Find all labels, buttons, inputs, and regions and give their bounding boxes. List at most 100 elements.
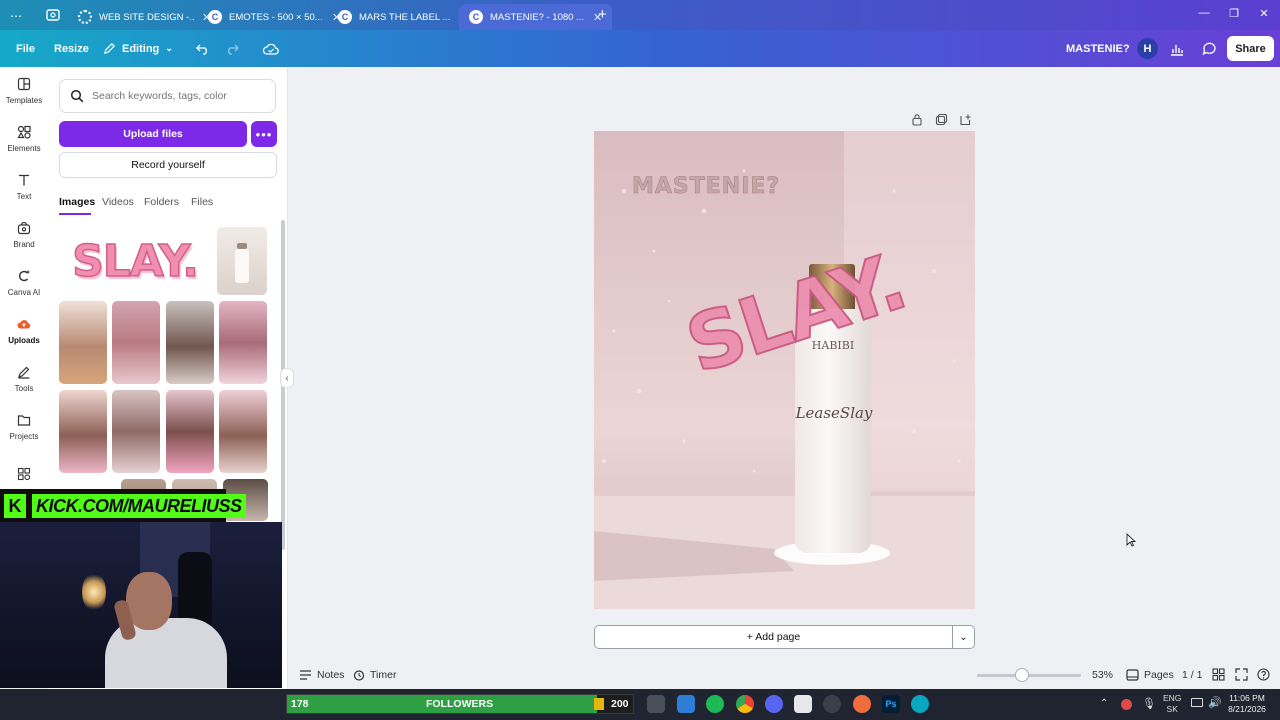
zoom-slider-track[interactable] — [977, 674, 1081, 677]
taskbar-app-icon[interactable] — [853, 695, 871, 713]
rail-item-uploads[interactable]: Uploads — [0, 307, 48, 355]
insights-chart-icon[interactable] — [1166, 38, 1188, 60]
more-options-button[interactable]: ••• — [251, 121, 277, 147]
rail-item-templates[interactable]: Templates — [0, 67, 48, 115]
taskbar-app-icon[interactable] — [794, 695, 812, 713]
taskbar-app-icon[interactable] — [677, 695, 695, 713]
left-nav-rail: Templates Elements Text Brand Canva AI U… — [0, 67, 48, 497]
browser-tab-strip: ⋯ WEB SITE DESIGN -... ✕ C EMOTES - 500 … — [0, 0, 1280, 30]
tab-images[interactable]: Images — [59, 196, 95, 208]
lock-icon[interactable] — [911, 113, 923, 126]
minimize-icon[interactable]: — — [1194, 7, 1214, 19]
fullscreen-icon[interactable] — [1235, 668, 1248, 681]
pencil-icon — [103, 43, 115, 55]
browser-menu-icon[interactable]: ⋯ — [10, 9, 22, 23]
redo-button[interactable] — [225, 30, 239, 67]
followers-count: 178 — [291, 698, 309, 710]
tab-overview-icon[interactable] — [45, 7, 61, 23]
upload-thumbnail[interactable] — [59, 390, 107, 473]
tab-files[interactable]: Files — [191, 196, 213, 208]
add-page-button[interactable]: + Add page — [594, 625, 953, 649]
help-icon[interactable] — [1257, 668, 1270, 681]
upload-thumbnail[interactable] — [166, 301, 214, 384]
display-icon[interactable] — [1191, 698, 1203, 707]
lang: ENG — [1163, 693, 1182, 703]
elements-icon — [17, 125, 31, 139]
rail-item-canva-ai[interactable]: Canva AI — [0, 259, 48, 307]
cloud-save-icon[interactable] — [263, 30, 279, 67]
taskbar-app-icon[interactable] — [647, 695, 665, 713]
system-clock[interactable]: 11:06 PM 8/21/2026 — [1222, 693, 1272, 715]
new-tab-button[interactable]: + — [598, 6, 607, 23]
region: SK — [1166, 704, 1178, 714]
editing-mode-button[interactable]: Editing ⌄ — [103, 30, 173, 67]
maximize-icon[interactable]: ❐ — [1224, 7, 1244, 20]
clock-date: 8/21/2026 — [1228, 704, 1266, 714]
taskbar-app-icon[interactable] — [823, 695, 841, 713]
upload-files-button[interactable]: Upload files — [59, 121, 247, 147]
tab-folders[interactable]: Folders — [144, 196, 179, 208]
editing-label: Editing — [122, 42, 160, 55]
lamp-glow — [82, 572, 106, 612]
file-menu-button[interactable]: File — [16, 30, 35, 67]
duplicate-page-icon[interactable] — [935, 113, 948, 126]
design-headline[interactable]: MASTENIE? — [632, 174, 780, 200]
language-indicator[interactable]: ENG SK — [1163, 693, 1181, 715]
grid-view-icon[interactable] — [1212, 668, 1225, 681]
more-icon: ••• — [255, 126, 273, 142]
resize-button[interactable]: Resize — [54, 30, 89, 67]
upload-thumbnail-bottle[interactable] — [217, 227, 267, 295]
design-canvas[interactable]: MASTENIE? HABIBI LeaseSlay SLAY. — [594, 131, 975, 609]
tray-app-icon[interactable] — [1121, 699, 1132, 710]
tab-videos[interactable]: Videos — [102, 196, 134, 208]
brand-icon — [17, 221, 31, 235]
rail-item-text[interactable]: Text — [0, 163, 48, 211]
apps-icon[interactable] — [17, 467, 31, 481]
add-page-icon[interactable] — [959, 113, 972, 126]
zoom-level[interactable]: 53% — [1092, 668, 1113, 682]
close-window-icon[interactable]: ✕ — [1254, 7, 1274, 20]
upload-thumbnail[interactable] — [219, 390, 267, 473]
editor-header: File Resize Editing ⌄ MASTENIE? H Share — [0, 30, 1280, 67]
search-box[interactable] — [59, 79, 276, 113]
discord-icon[interactable] — [765, 695, 783, 713]
avatar[interactable]: H — [1137, 38, 1158, 59]
timer-button[interactable]: Timer — [353, 668, 396, 682]
search-input[interactable] — [92, 90, 262, 102]
rail-item-brand[interactable]: Brand — [0, 211, 48, 259]
notes-button[interactable]: Notes — [299, 668, 344, 682]
volume-icon[interactable]: 🔊 — [1208, 696, 1222, 709]
upload-thumbnail[interactable] — [112, 390, 160, 473]
share-button[interactable]: Share — [1227, 36, 1274, 61]
spotify-icon[interactable] — [706, 695, 724, 713]
rail-label: Uploads — [8, 336, 40, 345]
rail-item-elements[interactable]: Elements — [0, 115, 48, 163]
upload-thumbnail[interactable] — [219, 301, 267, 384]
design-title[interactable]: MASTENIE? — [1066, 30, 1130, 67]
search-icon — [70, 89, 84, 103]
chrome-icon[interactable] — [736, 695, 754, 713]
record-yourself-button[interactable]: Record yourself — [59, 152, 277, 178]
add-page-dropdown[interactable]: ⌄ — [953, 625, 975, 649]
collapse-panel-button[interactable]: ‹ — [280, 368, 294, 388]
canva-favicon-icon: C — [469, 10, 483, 24]
os-taskbar — [0, 689, 1280, 720]
rail-item-projects[interactable]: Projects — [0, 403, 48, 451]
photoshop-icon[interactable]: Ps — [882, 695, 900, 713]
zoom-slider-thumb[interactable] — [1015, 668, 1029, 682]
comment-icon[interactable] — [1198, 38, 1220, 60]
upload-thumbnail[interactable] — [166, 390, 214, 473]
tab-label: WEB SITE DESIGN -... — [99, 11, 195, 23]
chevron-down-icon: ⌄ — [165, 43, 173, 53]
upload-thumbnail-slay[interactable]: SLAY. — [59, 227, 211, 295]
pages-button[interactable]: Pages — [1126, 668, 1174, 682]
rail-item-tools[interactable]: Tools — [0, 355, 48, 403]
canva-app-icon[interactable] — [911, 695, 929, 713]
upload-thumbnail[interactable] — [112, 301, 160, 384]
undo-button[interactable] — [196, 30, 210, 67]
upload-thumbnail[interactable] — [59, 301, 107, 384]
browser-tab-active[interactable]: C MASTENIE? - 1080 ... ✕ — [459, 4, 613, 30]
followers-goal-bar: 178 FOLLOWERS 200 — [286, 694, 634, 714]
microphone-icon[interactable]: 🎙 — [1142, 697, 1156, 710]
tray-chevron-icon[interactable]: ⌃ — [1100, 698, 1108, 709]
